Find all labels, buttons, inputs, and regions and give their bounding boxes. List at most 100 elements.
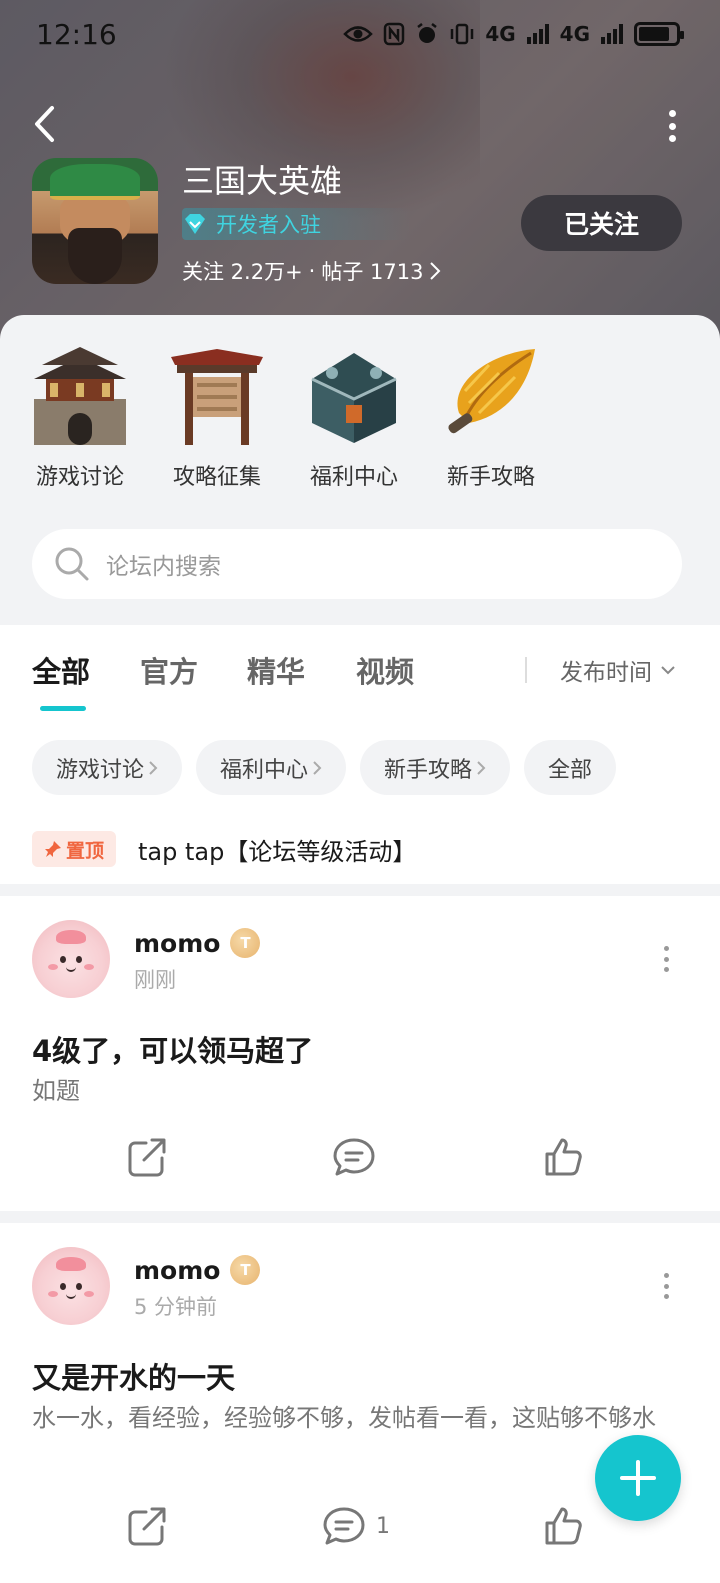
chip-label: 游戏讨论 — [56, 757, 145, 783]
sort-dropdown[interactable]: 发布时间 — [560, 653, 676, 687]
game-icon[interactable] — [32, 158, 158, 284]
post-time: 5 分钟前 — [134, 1295, 218, 1319]
category-label: 福利中心 — [309, 465, 398, 490]
like-button[interactable] — [543, 1136, 585, 1178]
user-level-badge: T — [230, 928, 261, 958]
post-more-button[interactable] — [662, 946, 670, 972]
eye-icon — [343, 26, 374, 42]
create-post-button[interactable] — [595, 1435, 681, 1521]
chip-game-discussion[interactable]: 游戏讨论 — [32, 740, 183, 795]
category-welfare-center[interactable]: 福利中心 — [299, 343, 409, 491]
chip-beginner-guide[interactable]: 新手攻略 — [360, 740, 511, 795]
avatar-mouth — [66, 1293, 76, 1299]
post-author[interactable]: momo T — [134, 1255, 261, 1285]
portrait-hat — [50, 164, 140, 200]
category-game-discussion[interactable]: 游戏讨论 — [25, 343, 135, 491]
category-beginner-guide[interactable]: 新手攻略 — [436, 343, 546, 491]
post-author[interactable]: momo T — [134, 928, 261, 958]
follower-count: 关注 2.2万+ — [182, 260, 303, 284]
forum-stats[interactable]: 关注 2.2万+ · 帖子 1713 — [182, 256, 441, 286]
developer-badge-label: 开发者入驻 — [216, 213, 321, 237]
like-button[interactable] — [543, 1505, 585, 1547]
avatar[interactable] — [32, 1247, 110, 1325]
post-title: 又是开水的一天 — [32, 1361, 236, 1395]
pinned-badge-label: 置顶 — [66, 839, 105, 862]
separator — [0, 884, 720, 896]
dot — [663, 956, 669, 962]
chevron-right-icon — [149, 760, 158, 775]
chevron-right-icon — [430, 262, 441, 280]
feather-fan-icon — [439, 343, 543, 447]
network-type-2: 4G — [559, 22, 590, 46]
chevron-down-icon — [661, 666, 675, 675]
post-count: 帖子 1713 — [321, 260, 424, 284]
share-button[interactable] — [126, 1505, 168, 1547]
comment-icon — [333, 1138, 375, 1176]
tab-featured[interactable]: 精华 — [247, 649, 305, 691]
comment-button[interactable] — [332, 1136, 376, 1178]
pinned-post-title: tap tap【论坛等级活动】 — [138, 837, 417, 866]
search-icon — [55, 547, 89, 581]
dot — [663, 946, 669, 951]
share-icon — [128, 1507, 166, 1546]
post-card[interactable]: momo T 刚刚 4级了，可以领马超了 如题 — [0, 896, 720, 1211]
developer-badge: 开发者入驻 — [182, 208, 412, 240]
treasure-chest-icon — [302, 343, 406, 447]
avatar-eye — [60, 1283, 66, 1290]
chevron-left-icon — [35, 106, 54, 142]
share-button[interactable] — [126, 1136, 168, 1178]
thumbs-up-icon — [545, 1507, 582, 1545]
follow-button[interactable]: 已关注 — [521, 195, 682, 251]
post-time: 刚刚 — [134, 968, 176, 992]
post-actions — [0, 1136, 720, 1186]
diamond-icon — [185, 214, 205, 234]
category-strategy-collection[interactable]: 攻略征集 — [162, 343, 272, 491]
avatar-eye — [60, 956, 66, 963]
city-gate-icon — [28, 343, 132, 447]
avatar-eye — [76, 956, 82, 963]
post-body: 水一水，看经验，经验够不够，发帖看一看，这贴够不够水 — [32, 1404, 656, 1432]
avatar-mouth — [66, 966, 76, 972]
dot — [668, 110, 676, 117]
tab-video[interactable]: 视频 — [356, 649, 414, 691]
avatar-blush — [48, 964, 58, 970]
dot — [663, 1283, 669, 1289]
comment-button[interactable]: 1 — [322, 1505, 390, 1547]
chevron-right-icon — [477, 760, 486, 775]
alarm-icon — [417, 23, 438, 43]
share-icon — [128, 1138, 166, 1177]
dot — [668, 122, 676, 130]
status-time: 12:16 — [36, 18, 117, 51]
sort-label: 发布时间 — [560, 660, 652, 686]
active-tab-indicator — [40, 706, 86, 711]
avatar[interactable] — [32, 920, 110, 998]
portrait-beard — [68, 228, 122, 284]
nfc-icon — [384, 22, 405, 46]
category-label: 攻略征集 — [172, 465, 261, 490]
chip-welfare-center[interactable]: 福利中心 — [196, 740, 347, 795]
tab-divider — [525, 657, 527, 683]
separator — [0, 1211, 720, 1223]
tab-official[interactable]: 官方 — [140, 649, 198, 691]
tab-all[interactable]: 全部 — [32, 649, 90, 691]
more-options-button[interactable] — [662, 104, 682, 148]
post-card[interactable]: momo T 5 分钟前 又是开水的一天 水一水，看经验，经验够不够，发帖看一看… — [0, 1223, 720, 1583]
category-label: 新手攻略 — [446, 465, 535, 490]
back-button[interactable] — [22, 102, 66, 146]
avatar-tuft — [56, 1257, 86, 1271]
pinned-badge: 置顶 — [32, 831, 117, 867]
stats-separator: · — [308, 259, 316, 283]
status-bar: 12:16 4G 4G — [0, 0, 720, 72]
comment-icon — [323, 1507, 365, 1545]
game-title: 三国大英雄 — [182, 162, 343, 200]
forum-search-bar[interactable]: 论坛内搜索 — [32, 529, 682, 599]
signal-icon — [526, 24, 549, 44]
category-label: 游戏讨论 — [35, 465, 124, 490]
notice-board-icon — [165, 343, 269, 447]
post-more-button[interactable] — [662, 1273, 670, 1299]
pinned-post[interactable]: 置顶 tap tap【论坛等级活动】 — [32, 831, 416, 867]
chip-all[interactable]: 全部 — [524, 740, 617, 795]
feed: 全部 官方 精华 视频 发布时间 游戏讨论 福利中心 新手攻略 全部 置顶 ta… — [0, 625, 720, 1583]
avatar-blush — [84, 1291, 94, 1297]
username: momo — [134, 1255, 221, 1285]
